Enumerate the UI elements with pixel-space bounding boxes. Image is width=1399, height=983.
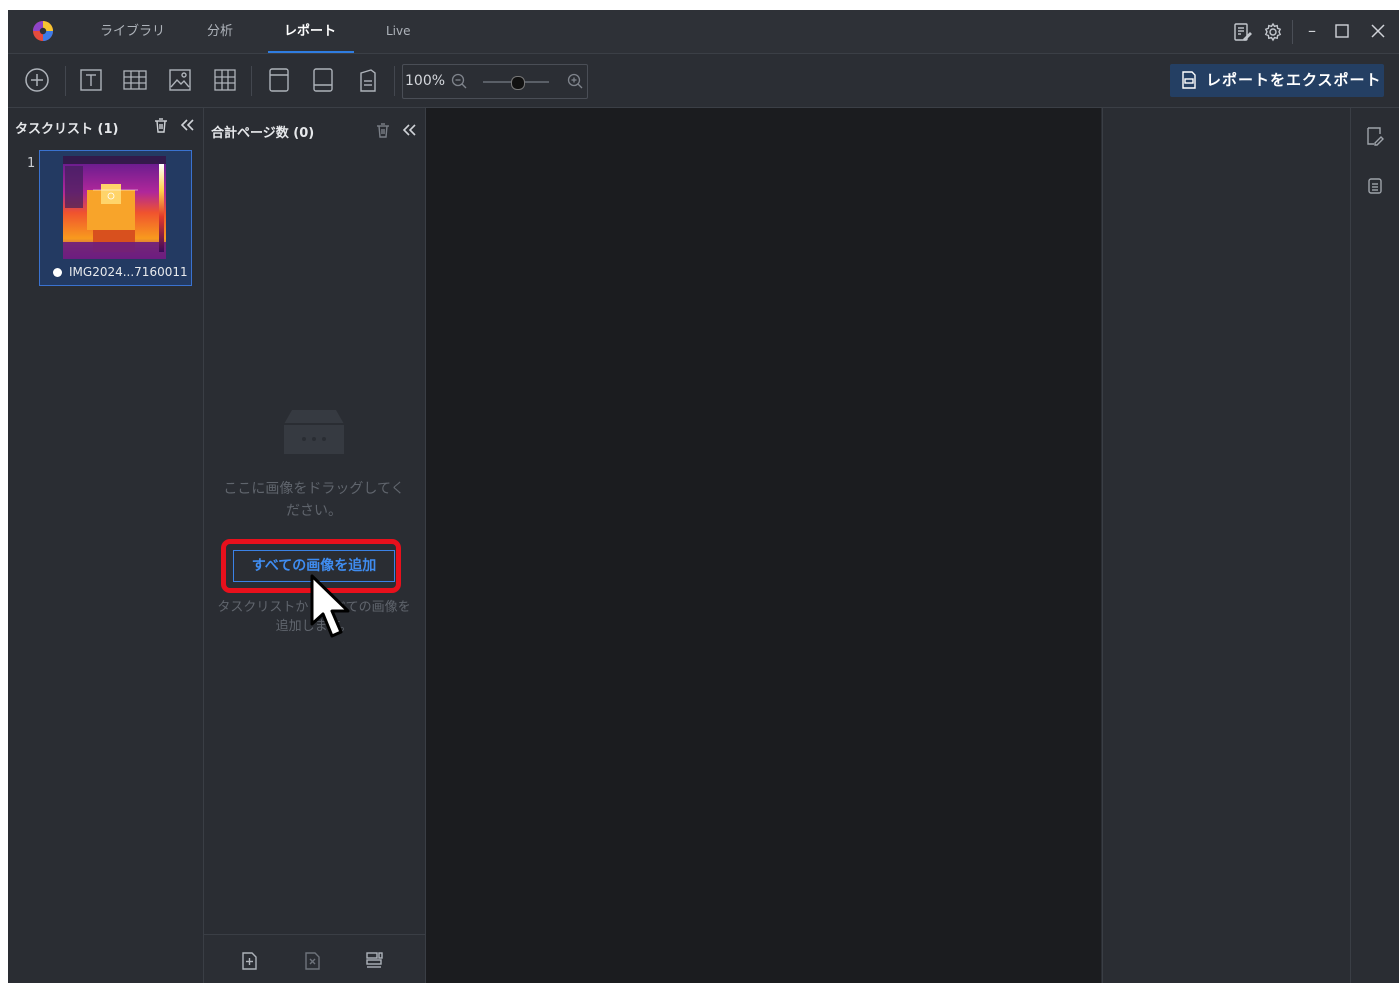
zoom-slider-handle[interactable] [511,76,525,90]
toolbar-separator [65,66,66,96]
title-bar: ライブラリ 分析 レポート Live – [8,10,1399,54]
pdf-document-icon [1182,71,1196,89]
task-list-panel: タスクリスト (1) 1 IMG2024...7160011 [8,108,204,983]
page-layout-icon[interactable] [365,951,385,971]
active-tab-indicator [268,51,354,53]
pages-panel: 合計ページ数 (0) ここに画像をドラッグしてください。 すべての画像を追加 タ… [204,108,426,983]
maximize-icon[interactable] [1334,23,1350,39]
task-select-radio[interactable] [53,268,62,277]
task-file-name: IMG2024...7160011 [69,265,188,279]
document-info-icon[interactable] [1366,176,1384,196]
zoom-control: 100% [402,64,588,99]
insert-image-icon[interactable] [167,67,193,93]
tab-live[interactable]: Live [386,10,411,53]
report-window: ライブラリ 分析 レポート Live – 100% レポートをエクスポート タス… [8,10,1399,983]
export-report-button[interactable]: レポートをエクスポート [1170,64,1384,97]
task-index: 1 [27,156,36,171]
notes-edit-icon[interactable] [1232,22,1252,42]
tab-analysis[interactable]: 分析 [207,10,233,53]
task-list-title: タスクリスト (1) [15,122,119,137]
collapse-left-icon[interactable] [179,117,195,133]
close-icon[interactable] [1370,23,1386,39]
toolbar-separator [394,66,395,96]
zoom-value: 100% [405,73,446,89]
task-list-item[interactable]: IMG2024...7160011 [39,150,192,286]
header-layout-icon[interactable] [266,67,292,93]
edit-properties-icon[interactable] [1366,126,1384,146]
thermal-image-thumbnail [63,156,166,259]
toolbar-separator [251,66,252,96]
empty-inbox-icon [284,410,344,454]
export-label: レポートをエクスポート [1206,71,1382,89]
pages-title: 合計ページ数 (0) [211,126,315,141]
insert-text-icon[interactable] [78,67,104,93]
trash-icon[interactable] [375,122,391,138]
trash-icon[interactable] [153,117,169,133]
titlebar-separator [1292,20,1293,44]
pages-footer [204,934,425,983]
zoom-out-icon[interactable] [451,73,467,89]
footer-layout-icon[interactable] [310,67,336,93]
collapse-left-icon[interactable] [401,122,417,138]
tab-report[interactable]: レポート [284,10,336,53]
toolbar: 100% レポートをエクスポート [8,54,1399,108]
mouse-cursor-icon [310,574,350,638]
properties-panel [1102,108,1350,983]
add-page-icon[interactable] [240,951,260,971]
add-element-icon[interactable] [24,67,50,93]
delete-page-icon[interactable] [303,951,323,971]
zoom-in-icon[interactable] [567,73,583,89]
drop-hint-text: ここに画像をドラッグしてください。 [223,481,405,519]
page-template-icon[interactable] [355,67,381,93]
tab-library[interactable]: ライブラリ [100,10,165,53]
report-canvas[interactable] [426,108,1101,983]
insert-grid-icon[interactable] [212,67,238,93]
app-logo-icon [33,21,53,41]
settings-gear-icon[interactable] [1263,22,1283,42]
insert-table-icon[interactable] [122,67,148,93]
minimize-icon[interactable]: – [1299,18,1325,44]
right-sidebar [1350,108,1399,983]
